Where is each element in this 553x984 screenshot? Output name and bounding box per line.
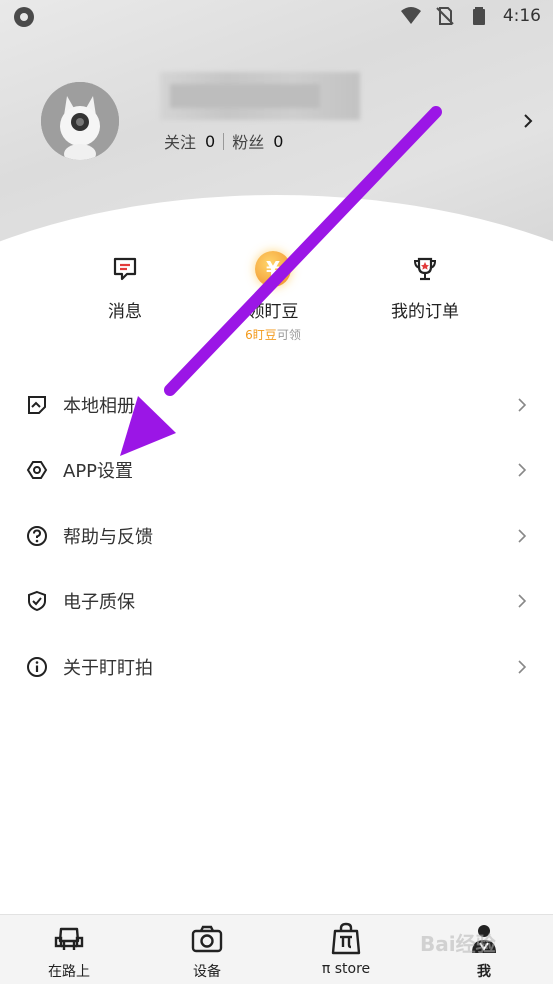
- chevron-right-icon[interactable]: [521, 110, 535, 132]
- quick-coins-sub: 6盯豆可领: [213, 326, 333, 343]
- shield-icon: [28, 591, 46, 612]
- chevron-right-icon: [518, 529, 527, 543]
- wifi-icon: [400, 7, 421, 24]
- no-sim-icon: [436, 7, 454, 25]
- coin-claim-text: 可领: [276, 328, 301, 342]
- message-icon: [113, 257, 137, 281]
- trophy-icon: [413, 257, 437, 281]
- quick-orders-label: 我的订单: [391, 302, 459, 322]
- album-icon: [28, 395, 46, 414]
- menu-item-e-warranty[interactable]: 电子质保: [0, 569, 553, 635]
- info-icon: [27, 656, 47, 677]
- follow-stats: 关注 0 粉丝 0: [164, 129, 283, 153]
- nav-tab-pi-store[interactable]: π store: [296, 915, 396, 977]
- nav-label: 设备: [193, 964, 221, 980]
- help-icon: [27, 525, 47, 546]
- menu-item-help-feedback[interactable]: 帮助与反馈: [0, 503, 553, 569]
- follow-label[interactable]: 关注: [164, 129, 196, 153]
- menu-item-about[interactable]: 关于盯盯拍: [0, 634, 553, 700]
- avatar[interactable]: [41, 82, 119, 160]
- shopping-bag-icon: [331, 922, 361, 955]
- settings-menu: 本地相册 APP设置 帮助与反馈 电子质保 关于盯盯拍: [0, 372, 553, 700]
- car-seat-icon: [54, 927, 84, 950]
- coin-amount: 6盯豆: [245, 328, 277, 342]
- battery-icon: [472, 7, 485, 25]
- menu-item-local-album[interactable]: 本地相册: [0, 372, 553, 438]
- quick-coins[interactable]: ¥ 领盯豆 6盯豆可领: [213, 251, 333, 343]
- username-blurred: [160, 72, 360, 120]
- menu-item-app-settings[interactable]: APP设置: [0, 438, 553, 504]
- app-notification-icon: [14, 7, 34, 27]
- chevron-right-icon: [518, 594, 527, 608]
- quick-messages[interactable]: 消息: [65, 255, 185, 322]
- dog-mascot-icon: [41, 82, 119, 160]
- menu-label: 本地相册: [63, 395, 135, 417]
- nav-tab-on-the-road[interactable]: 在路上: [19, 915, 119, 981]
- clock: 4:16: [502, 6, 541, 26]
- chevron-right-icon: [518, 398, 527, 412]
- menu-label: 关于盯盯拍: [63, 657, 153, 679]
- watermark: Bai经验: [420, 932, 496, 956]
- menu-label: 电子质保: [63, 592, 135, 614]
- quick-coins-label: 领盯豆: [247, 302, 299, 322]
- fans-count[interactable]: 0: [273, 132, 283, 151]
- divider: [223, 132, 225, 150]
- menu-label: APP设置: [63, 461, 134, 483]
- coin-icon: ¥: [255, 251, 291, 287]
- nav-label: 我: [477, 964, 491, 980]
- camera-icon: [191, 925, 223, 953]
- nav-label: 在路上: [48, 964, 90, 980]
- fans-label[interactable]: 粉丝: [232, 129, 264, 153]
- settings-icon: [26, 461, 48, 480]
- nav-tab-devices[interactable]: 设备: [157, 915, 257, 981]
- follow-count[interactable]: 0: [205, 132, 215, 151]
- chevron-right-icon: [518, 660, 527, 674]
- quick-messages-label: 消息: [108, 302, 142, 322]
- status-bar: 4:16: [0, 0, 553, 34]
- chevron-right-icon: [518, 463, 527, 477]
- menu-label: 帮助与反馈: [63, 526, 153, 548]
- quick-orders[interactable]: 我的订单: [365, 255, 485, 322]
- nav-label: π store: [321, 961, 371, 977]
